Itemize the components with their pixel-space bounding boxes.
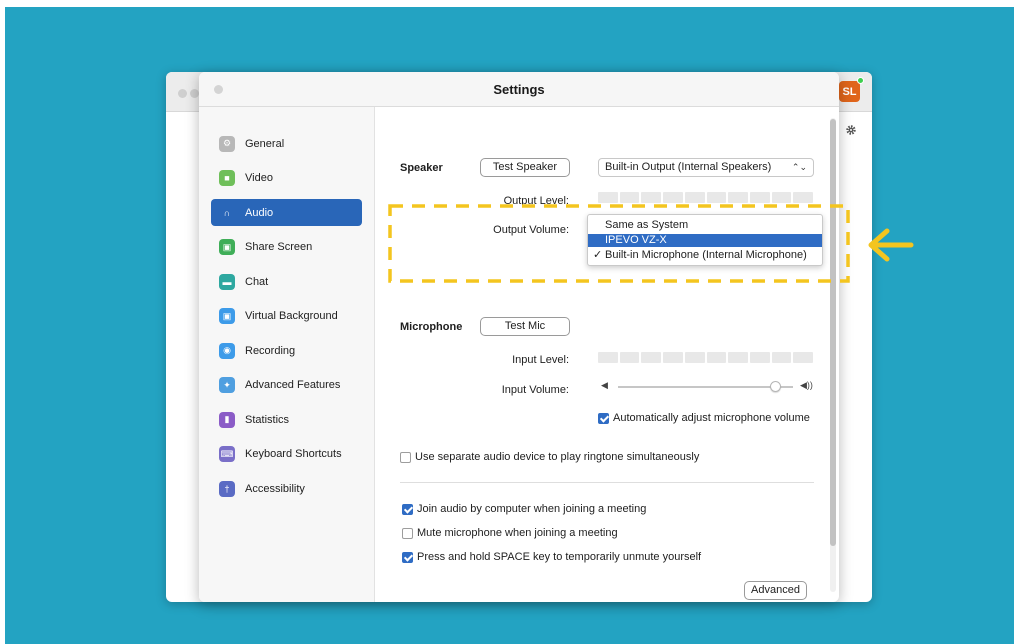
meter-segment: [793, 352, 814, 363]
sidebar-item-label: General: [245, 137, 285, 150]
sidebar-item-label: Keyboard Shortcuts: [245, 448, 342, 460]
pointer-arrow-icon: [868, 228, 914, 262]
sidebar-item-label: Audio: [245, 206, 274, 219]
section-divider: [400, 482, 814, 483]
sidebar-item-label: Video: [245, 172, 273, 184]
sidebar-item-recording[interactable]: ◉ Recording: [211, 337, 362, 364]
meter-segment: [728, 192, 748, 203]
window-close-dot[interactable]: [178, 89, 187, 98]
sparkle-icon: ✦: [219, 377, 235, 393]
test-mic-button[interactable]: Test Mic: [480, 317, 570, 336]
meter-segment: [619, 352, 640, 363]
sidebar-item-chat[interactable]: ▬ Chat: [211, 268, 362, 295]
sidebar-item-statistics[interactable]: ▮ Statistics: [211, 406, 362, 433]
video-camera-icon: ■: [219, 170, 235, 186]
settings-window: Settings ⚙ General ■ Video ∩ Audio ▣ Share Scre…: [199, 72, 839, 602]
meter-segment: [663, 352, 683, 363]
share-screen-icon: ▣: [219, 239, 235, 255]
sidebar-item-virtual-background[interactable]: ▣ Virtual Background: [211, 303, 362, 330]
chat-bubble-icon: ▬: [219, 273, 235, 290]
volume-low-icon: ◀: [601, 380, 608, 390]
space-unmute-checkbox[interactable]: [402, 552, 413, 563]
sidebar-item-share-screen[interactable]: ▣ Share Screen: [211, 234, 362, 261]
sidebar-item-label: Accessibility: [245, 482, 305, 495]
microphone-label: Microphone: [400, 321, 463, 333]
meter-segment: [706, 192, 727, 203]
sidebar-item-label: Advanced Features: [245, 379, 341, 391]
meter-segment: [728, 352, 748, 363]
separate-ringtone-label: Use separate audio device to play ringto…: [415, 451, 700, 463]
sidebar-item-keyboard-shortcuts[interactable]: ⌨ Keyboard Shortcuts: [211, 441, 362, 468]
sidebar-item-advanced-features[interactable]: ✦ Advanced Features: [211, 372, 362, 399]
meter-segment: [598, 192, 618, 203]
space-unmute-label: Press and hold SPACE key to temporarily …: [417, 551, 702, 563]
test-speaker-button[interactable]: Test Speaker: [480, 158, 570, 177]
speaker-device-select[interactable]: Built-in Output (Internal Speakers) ⌃⌄: [598, 158, 814, 177]
bar-chart-icon: ▮: [219, 411, 235, 428]
scrollbar-thumb[interactable]: [830, 119, 836, 546]
join-audio-checkbox[interactable]: [402, 504, 413, 515]
meter-segment: [641, 192, 662, 203]
headphones-icon: ∩: [223, 207, 231, 218]
gear-icon[interactable]: [845, 124, 857, 136]
sidebar-item-label: Share Screen: [245, 241, 313, 253]
highlight-dashed-box: [388, 204, 850, 283]
input-volume-label: Input Volume:: [501, 384, 569, 396]
advanced-button[interactable]: Advanced: [744, 581, 807, 600]
meter-segment: [619, 192, 640, 203]
select-arrows-icon: ⌃⌄: [791, 162, 807, 172]
output-level-meter: [598, 192, 814, 203]
window-title: Settings: [493, 82, 545, 97]
meter-segment: [641, 352, 662, 363]
keyboard-icon: ⌨: [219, 446, 235, 462]
separate-ringtone-checkbox[interactable]: [400, 452, 411, 463]
audio-settings-panel: Speaker Test Speaker Built-in Output (In…: [376, 107, 839, 602]
meter-segment: [749, 352, 770, 363]
input-volume-thumb[interactable]: [770, 381, 781, 392]
volume-high-icon: ◀)): [800, 380, 813, 390]
sidebar-item-label: Chat: [245, 275, 269, 288]
input-level-label: Input Level:: [512, 354, 569, 366]
meter-segment: [684, 352, 705, 363]
gear-icon: ⚙: [219, 135, 235, 152]
meter-segment: [793, 192, 814, 203]
sidebar-item-audio[interactable]: ∩ Audio: [211, 199, 362, 226]
mute-mic-checkbox[interactable]: [402, 528, 413, 539]
settings-sidebar: ⚙ General ■ Video ∩ Audio ▣ Share Screen ▬ Chat ▣ V…: [199, 107, 375, 602]
meter-segment: [663, 192, 683, 203]
avatar[interactable]: SL: [839, 81, 860, 102]
speaker-label: Speaker: [400, 162, 443, 174]
settings-titlebar: Settings: [199, 72, 839, 107]
mute-mic-label: Mute microphone when joining a meeting: [417, 527, 618, 539]
sidebar-item-label: Recording: [245, 344, 296, 357]
meter-segment: [771, 352, 792, 363]
accessibility-icon: †: [219, 480, 235, 497]
online-status-dot: [857, 77, 864, 84]
window-minimize-dot[interactable]: [190, 89, 199, 98]
auto-adjust-mic-checkbox[interactable]: [598, 413, 609, 424]
speaker-device-value: Built-in Output (Internal Speakers): [605, 161, 772, 173]
input-volume-fill: [618, 386, 776, 388]
person-background-icon: ▣: [219, 308, 235, 324]
sidebar-item-accessibility[interactable]: † Accessibility: [211, 475, 362, 502]
sidebar-item-general[interactable]: ⚙ General: [211, 130, 362, 157]
join-audio-label: Join audio by computer when joining a me…: [417, 503, 647, 515]
input-level-meter: [598, 352, 814, 363]
sidebar-item-label: Statistics: [245, 413, 290, 426]
meter-segment: [749, 192, 770, 203]
meter-segment: [771, 192, 792, 203]
auto-adjust-mic-label: Automatically adjust microphone volume: [613, 412, 810, 424]
meter-segment: [684, 192, 705, 203]
meter-segment: [598, 352, 618, 363]
sidebar-item-label: Virtual Background: [245, 310, 338, 322]
meter-segment: [706, 352, 727, 363]
record-icon: ◉: [219, 342, 235, 359]
sidebar-item-video[interactable]: ■ Video: [211, 165, 362, 192]
